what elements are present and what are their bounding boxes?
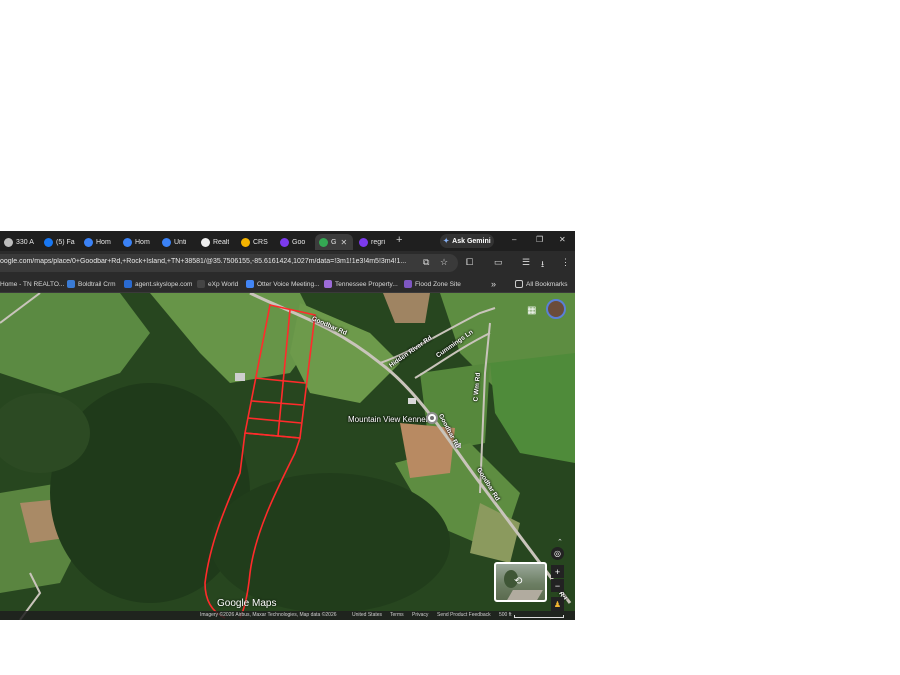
tab-7[interactable]: CRS — [237, 234, 275, 250]
bookmark-label: eXp World — [208, 280, 239, 288]
bookmark-star-icon[interactable]: ☆ — [440, 257, 448, 268]
bookmark-boldtrail[interactable]: Boldtrail Crm — [67, 278, 116, 290]
tab-favicon-icon — [359, 237, 368, 247]
tab-2[interactable]: (5) Fa — [40, 234, 78, 250]
bookmarks-overflow-button[interactable]: » — [491, 278, 496, 290]
pegman-icon[interactable]: ♟ — [551, 597, 564, 611]
bookmark-label: Otter Voice Meeting... — [257, 280, 320, 288]
bookmark-tn-property[interactable]: Tennessee Property... — [324, 278, 398, 290]
tab-title: Hom — [96, 238, 111, 246]
tab-8[interactable]: Goo — [276, 234, 314, 250]
bookmark-favicon-icon — [324, 280, 332, 288]
address-bar-row: oogle.com/maps/place/0+Goodbar+Rd,+Rock+… — [0, 251, 575, 275]
split-view-icon[interactable]: ▭ — [494, 257, 503, 268]
tab-10[interactable]: regri — [355, 234, 393, 250]
browser-window: 330 A (5) Fa Hom Hom Unti Realt CRS Goo … — [0, 231, 575, 620]
scale-bar — [514, 615, 564, 618]
install-app-icon[interactable]: ⧉ — [423, 257, 429, 268]
google-maps-logo: Google Maps — [217, 598, 277, 609]
bookmark-favicon-icon — [67, 280, 75, 288]
my-location-icon[interactable]: ◎ — [551, 547, 564, 560]
bookmark-flood-zone[interactable]: Flood Zone Site — [404, 278, 461, 290]
ask-gemini-label: Ask Gemini — [452, 237, 491, 245]
privacy-link[interactable]: Privacy — [412, 612, 428, 618]
place-label[interactable]: Mountain View Kennels — [348, 415, 431, 424]
tab-favicon-icon — [84, 237, 93, 247]
bookmark-label: Tennessee Property... — [335, 280, 398, 288]
tab-favicon-icon — [241, 237, 250, 247]
tab-title: (5) Fa — [56, 238, 75, 246]
map-imagery — [0, 293, 575, 620]
tab-title: Unti — [174, 238, 187, 246]
restore-button[interactable]: ❐ — [536, 235, 543, 244]
tab-close-icon[interactable]: ✕ — [340, 238, 347, 247]
all-bookmarks-button[interactable]: All Bookmarks — [515, 278, 568, 290]
menu-kebab-icon[interactable]: ⋮ — [561, 257, 570, 268]
bookmark-favicon-icon — [197, 280, 205, 288]
tab-title: CRS — [253, 238, 268, 246]
thumbnail-road — [507, 590, 543, 600]
bookmark-label: Boldtrail Crm — [78, 280, 116, 288]
bookmark-otter[interactable]: Otter Voice Meeting... — [246, 278, 320, 290]
tab-1[interactable]: 330 A — [0, 234, 38, 250]
all-bookmarks-label: All Bookmarks — [526, 280, 568, 288]
extensions-icon[interactable]: ⧠ — [466, 257, 473, 268]
tab-favicon-icon — [4, 237, 13, 247]
place-pin-icon[interactable] — [426, 412, 438, 424]
overflow-chevron-icon: » — [491, 279, 497, 289]
attribution-bar: Imagery ©2026 Airbus, Maxar Technologies… — [0, 611, 575, 620]
tab-6[interactable]: Realt — [197, 234, 235, 250]
bookmark-tn-realtors[interactable]: Home - TN REALTO... — [0, 278, 64, 290]
download-icon[interactable]: ⭳ — [541, 257, 544, 273]
tab-title: G — [331, 238, 337, 246]
bookmark-exp-world[interactable]: eXp World — [197, 278, 238, 290]
terms-link[interactable]: Terms — [390, 612, 404, 618]
ask-gemini-button[interactable]: ✦ Ask Gemini — [440, 234, 494, 248]
omnibox[interactable]: oogle.com/maps/place/0+Goodbar+Rd,+Rock+… — [0, 254, 458, 272]
bookmark-label: Flood Zone Site — [415, 280, 461, 288]
tab-title: Realt — [213, 238, 230, 246]
tab-5[interactable]: Unti — [158, 234, 196, 250]
bookmark-label: agent.skyslope.com — [135, 280, 193, 288]
tab-search-icon[interactable]: ☰ — [522, 257, 530, 268]
feedback-link[interactable]: Send Product Feedback — [437, 612, 491, 618]
folder-icon — [515, 280, 523, 288]
bookmarks-bar: Home - TN REALTO... Boldtrail Crm agent.… — [0, 275, 575, 293]
account-avatar[interactable] — [546, 299, 566, 319]
bookmark-favicon-icon — [124, 280, 132, 288]
tab-strip: 330 A (5) Fa Hom Hom Unti Realt CRS Goo … — [0, 231, 575, 251]
tab-favicon-icon — [280, 237, 289, 247]
tab-favicon-icon — [319, 237, 328, 247]
tab-favicon-icon — [44, 237, 53, 247]
tab-title: regri — [371, 238, 386, 246]
region-link[interactable]: United States — [352, 612, 382, 618]
rotate-arrow-icon: ⟲ — [514, 576, 523, 587]
tab-favicon-icon — [201, 237, 210, 247]
satellite-map[interactable]: ▦ Goodbar Rd Hidden River Rd Cummings Ln… — [0, 293, 575, 620]
new-tab-button[interactable]: + — [396, 234, 402, 246]
tab-title: Hom — [135, 238, 150, 246]
tab-favicon-icon — [162, 237, 171, 247]
collapse-controls-icon[interactable]: ⌃ — [557, 538, 563, 546]
zoom-out-button[interactable]: − — [551, 579, 564, 592]
bookmark-favicon-icon — [404, 280, 412, 288]
tab-favicon-icon — [123, 237, 132, 247]
close-window-button[interactable]: ✕ — [559, 235, 566, 244]
tab-title: Goo — [292, 238, 306, 246]
apps-grid-icon[interactable]: ▦ — [527, 305, 536, 316]
zoom-in-button[interactable]: + — [551, 565, 564, 578]
scale-label[interactable]: 500 ft — [499, 612, 512, 618]
bookmark-skyslope[interactable]: agent.skyslope.com — [124, 278, 192, 290]
bookmark-favicon-icon — [246, 280, 254, 288]
tab-3[interactable]: Hom — [80, 234, 118, 250]
minimize-button[interactable]: – — [512, 235, 516, 244]
tab-title: 330 A — [16, 238, 34, 246]
imagery-attribution: Imagery ©2026 Airbus, Maxar Technologies… — [200, 612, 337, 618]
gemini-spark-icon: ✦ — [443, 238, 450, 245]
street-view-thumbnail[interactable]: ⟲ — [494, 562, 547, 602]
tab-4[interactable]: Hom — [119, 234, 157, 250]
url-text[interactable]: oogle.com/maps/place/0+Goodbar+Rd,+Rock+… — [0, 258, 418, 265]
tab-9-active[interactable]: G ✕ — [315, 234, 353, 250]
bookmark-label: Home - TN REALTO... — [0, 280, 65, 288]
